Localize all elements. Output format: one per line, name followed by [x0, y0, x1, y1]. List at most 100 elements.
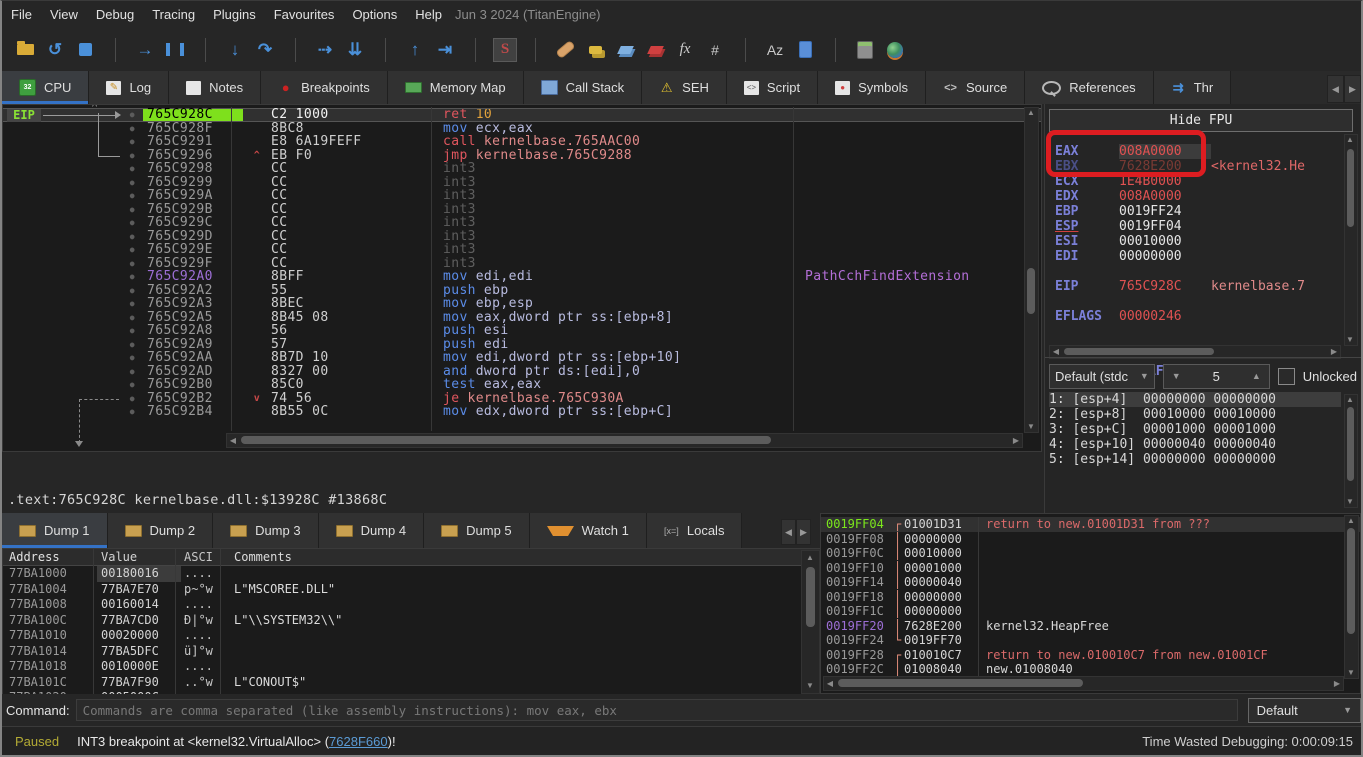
argument-row[interactable]: 1: [esp+4] 00000000 00000000	[1049, 392, 1341, 407]
tab-dump-3[interactable]: Dump 3	[213, 513, 319, 548]
disassembly-row[interactable]: ● 765C9298 CC int3	[3, 162, 1041, 176]
restart-button[interactable]: ↺	[42, 37, 68, 63]
stack-row[interactable]: 0019FF10 │ 00001000	[821, 561, 1360, 576]
argument-row[interactable]: 3: [esp+C] 00001000 00001000	[1049, 422, 1341, 437]
menu-item[interactable]: Debug	[87, 3, 143, 26]
tab-seh[interactable]: ⚠SEH	[642, 71, 727, 104]
disassembly-row[interactable]: ● 765C9296 ^ EB F0 jmpkernelbase.765C928…	[3, 149, 1041, 163]
stack-row[interactable]: 0019FF2C │ 01008040 new.01008040	[821, 662, 1360, 677]
tab-dump-4[interactable]: Dump 4	[319, 513, 425, 548]
breakpoint-dot-icon[interactable]: ●	[130, 137, 135, 146]
tab-dump-5[interactable]: Dump 5	[424, 513, 530, 548]
tab-watch-1[interactable]: Watch 1	[530, 513, 647, 548]
animate-over-button[interactable]: ⇊	[342, 37, 368, 63]
breakpoint-dot-icon[interactable]: ●	[130, 164, 135, 173]
stack-vscrollbar[interactable]: ▲ ▼	[1344, 515, 1359, 679]
breakpoint-dot-icon[interactable]: ●	[130, 191, 135, 200]
disassembly-row[interactable]: ● 765C92AA 8B7D 10 movedi,dword ptr ss:[…	[3, 351, 1041, 365]
column-header[interactable]: Value	[97, 549, 181, 565]
functions-button[interactable]: fx	[672, 37, 698, 63]
disassembly-row[interactable]: ● 765C929E CC int3	[3, 243, 1041, 257]
disassembly-row[interactable]: ● 765C9291 E8 6A19FEFF callkernelbase.76…	[3, 135, 1041, 149]
breakpoint-dot-icon[interactable]: ●	[130, 259, 135, 268]
breakpoint-dot-icon[interactable]: ●	[130, 272, 135, 281]
breakpoint-dot-icon[interactable]: ●	[130, 232, 135, 241]
breakpoint-dot-icon[interactable]: ●	[130, 353, 135, 362]
disassembly-row[interactable]: ● 765C928C C2 1000 ret10	[3, 108, 1041, 122]
disassembly-row[interactable]: ● 765C929C CC int3	[3, 216, 1041, 230]
stack-row[interactable]: 0019FF14 │ 00000040	[821, 575, 1360, 590]
argument-row[interactable]: 5: [esp+14] 00000000 00000000	[1049, 452, 1341, 467]
comments-button[interactable]	[582, 37, 608, 63]
dump-tabs-scroll-right-button[interactable]: ▶	[796, 519, 811, 545]
breakpoint-dot-icon[interactable]: ●	[130, 205, 135, 214]
tab-log[interactable]: ✎Log	[89, 71, 169, 104]
patches-button[interactable]	[552, 37, 578, 63]
column-header[interactable]: Address	[3, 549, 97, 565]
disassembly-row[interactable]: ● 765C92A0 8BFF movedi,edi PathCchFindEx…	[3, 270, 1041, 284]
breakpoint-dot-icon[interactable]: ●	[130, 124, 135, 133]
stack-hscrollbar[interactable]: ◀ ▶	[823, 676, 1344, 691]
dump-vscrollbar[interactable]: ▲ ▼	[801, 550, 820, 694]
dump-row[interactable]: 77BA100C 77BA7CD0 Ð|°w L"\\SYSTEM32\\"	[3, 613, 821, 629]
tab-dump-1[interactable]: Dump 1	[2, 513, 108, 548]
panel-splitter[interactable]	[1045, 357, 1361, 358]
stack-row[interactable]: 0019FF1C │ 00000000	[821, 604, 1360, 619]
tab-memory-map[interactable]: Memory Map	[388, 71, 524, 104]
website-button[interactable]	[882, 37, 908, 63]
disasm-vscrollbar[interactable]: ▲ ▼	[1024, 107, 1039, 433]
disassembly-row[interactable]: ● 765C92AD 8327 00 anddword ptr ds:[edi]…	[3, 365, 1041, 379]
control-flow-button[interactable]: #	[702, 37, 728, 63]
dump-row[interactable]: 77BA1004 77BA7E70 p~°w L"MSCOREE.DLL"	[3, 582, 821, 598]
args-vscrollbar[interactable]: ▲ ▼	[1344, 394, 1358, 508]
disassembly-row[interactable]: ● 765C92A3 8BEC movebp,esp	[3, 297, 1041, 311]
animate-into-button[interactable]: ⇢	[312, 37, 338, 63]
dump-row[interactable]: 77BA1018 0010000E ....	[3, 659, 821, 675]
disasm-hscrollbar[interactable]: ◀ ▶	[226, 433, 1023, 448]
stack-row[interactable]: 0019FF28 ┌ 010010C7 return to new.010010…	[821, 648, 1360, 663]
disassembly-row[interactable]: ● 765C929B CC int3	[3, 203, 1041, 217]
tab-breakpoints[interactable]: ●Breakpoints	[261, 71, 388, 104]
menu-item[interactable]: File	[2, 3, 41, 26]
step-into-button[interactable]: ↓	[222, 37, 248, 63]
register-row[interactable]	[1055, 294, 1341, 309]
tab-dump-2[interactable]: Dump 2	[108, 513, 214, 548]
stack-row[interactable]: 0019FF04 ┌ 01001D31 return to new.01001D…	[821, 517, 1360, 532]
unlocked-checkbox[interactable]	[1278, 368, 1295, 385]
open-file-button[interactable]	[12, 37, 38, 63]
args-depth-stepper[interactable]: ▼5▲	[1163, 364, 1270, 389]
tab-scroll-right-button[interactable]: ▶	[1344, 75, 1361, 103]
dump-tabs-scroll-left-button[interactable]: ◀	[781, 519, 796, 545]
tab-scroll-left-button[interactable]: ◀	[1327, 75, 1344, 103]
separator[interactable]	[822, 37, 848, 63]
calculator-button[interactable]	[852, 37, 878, 63]
tab-references[interactable]: References	[1025, 71, 1153, 104]
menu-item[interactable]: Options	[343, 3, 406, 26]
register-row[interactable]: EDX 008A0000	[1055, 189, 1341, 204]
chevron-up-icon[interactable]: ▲	[1252, 371, 1261, 381]
tab-locals[interactable]: [x=]Locals	[647, 513, 743, 548]
menu-item[interactable]: View	[41, 3, 87, 26]
run-button[interactable]: →	[132, 37, 158, 63]
tab-threads[interactable]: ⇉Thr	[1154, 71, 1232, 104]
argument-row[interactable]: 2: [esp+8] 00010000 00010000	[1049, 407, 1341, 422]
disassembly-row[interactable]: ● 765C9299 CC int3	[3, 176, 1041, 190]
tab-script[interactable]: <>Script	[727, 71, 818, 104]
stack-row[interactable]: 0019FF08 │ 00000000	[821, 532, 1360, 547]
menu-item[interactable]: Favourites	[265, 3, 344, 26]
command-input[interactable]	[76, 699, 1238, 721]
register-row[interactable]: EBX 7628E200 <kernel32.He	[1055, 159, 1341, 174]
dump-row[interactable]: 77BA1014 77BA5DFC ü]°w	[3, 644, 821, 660]
breakpoint-dot-icon[interactable]: ●	[130, 326, 135, 335]
tab-symbols[interactable]: ●Symbols	[818, 71, 926, 104]
address-link[interactable]: 7628F660	[329, 734, 388, 749]
separator[interactable]	[282, 37, 308, 63]
disassembly-row[interactable]: ● 765C92A5 8B45 08 moveax,dword ptr ss:[…	[3, 311, 1041, 325]
register-row[interactable]: ESP 0019FF04	[1055, 219, 1341, 234]
breakpoint-dot-icon[interactable]: ●	[130, 340, 135, 349]
breakpoint-dot-icon[interactable]: ●	[130, 245, 135, 254]
pause-button[interactable]	[162, 37, 188, 63]
tab-cpu[interactable]: 32CPU	[2, 71, 89, 104]
tab-source[interactable]: <>Source	[926, 71, 1025, 104]
separator[interactable]	[102, 37, 128, 63]
